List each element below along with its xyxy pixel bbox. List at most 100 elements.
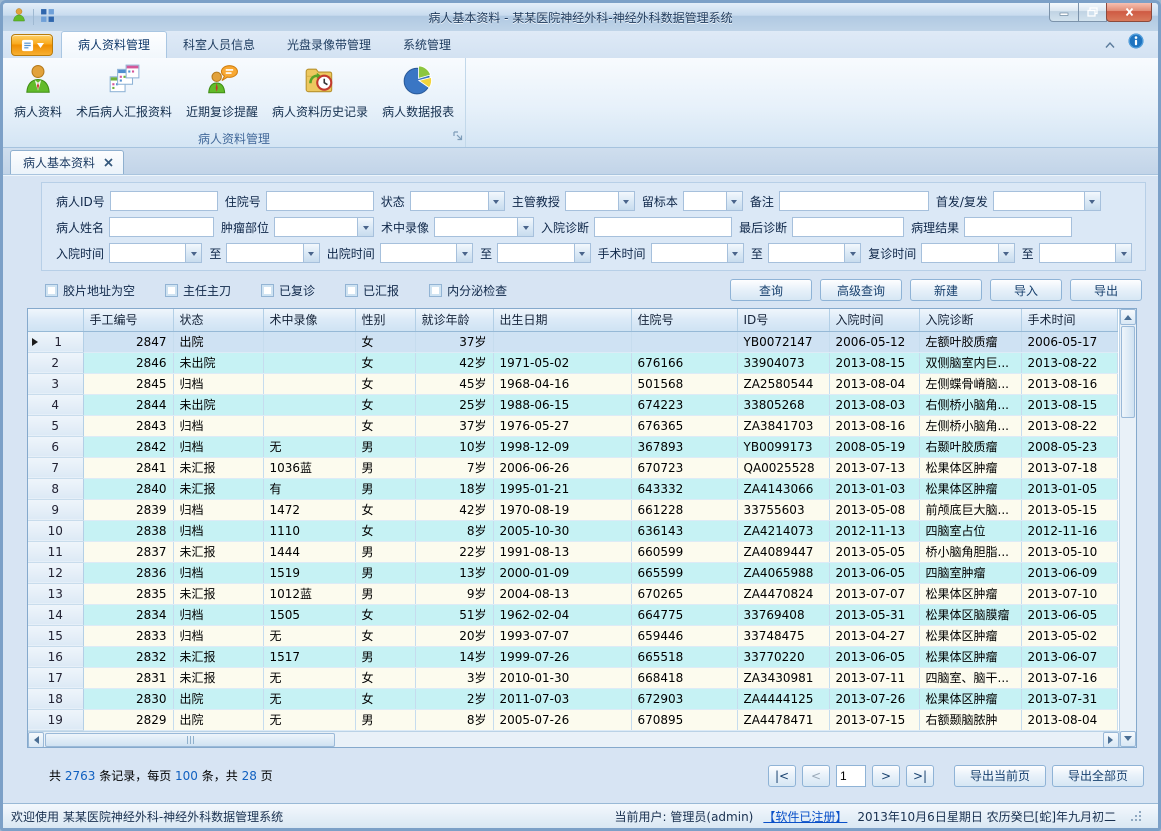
cell[interactable]: 2013-08-15 <box>1021 394 1117 415</box>
row-header[interactable]: 12 <box>28 562 83 583</box>
cell[interactable]: 归档 <box>173 415 263 436</box>
chevron-down-icon[interactable] <box>844 244 860 262</box>
cell[interactable]: 无 <box>263 625 355 646</box>
filter-combo[interactable] <box>497 243 590 263</box>
cell[interactable]: 1999-07-26 <box>493 646 631 667</box>
cell[interactable]: 归档 <box>173 373 263 394</box>
cell[interactable]: 37岁 <box>415 331 493 352</box>
import-button[interactable]: 导入 <box>990 279 1062 301</box>
cell[interactable]: 归档 <box>173 436 263 457</box>
cell[interactable]: 2013-06-05 <box>1021 604 1117 625</box>
cell[interactable]: 四脑室占位 <box>919 520 1021 541</box>
new-button[interactable]: 新建 <box>910 279 982 301</box>
cell[interactable]: 女 <box>355 625 415 646</box>
cell[interactable]: 女 <box>355 415 415 436</box>
cell[interactable]: 670723 <box>631 457 737 478</box>
cell[interactable]: 左侧蝶骨嵴脑... <box>919 373 1021 394</box>
checkbox-1[interactable]: 胶片地址为空 <box>45 282 135 299</box>
cell[interactable]: 2013-07-10 <box>1021 583 1117 604</box>
cell[interactable]: 51岁 <box>415 604 493 625</box>
close-button[interactable] <box>1106 3 1152 22</box>
filter-input[interactable] <box>594 217 732 237</box>
software-registered-link[interactable]: 【软件已注册】 <box>763 808 847 825</box>
cell[interactable]: 松果体区肿瘤 <box>919 583 1021 604</box>
filter-input[interactable] <box>266 191 374 211</box>
cell[interactable]: 2842 <box>83 436 173 457</box>
cell[interactable]: 33770220 <box>737 646 829 667</box>
cell[interactable]: 2013-05-10 <box>1021 541 1117 562</box>
cell[interactable]: 668418 <box>631 667 737 688</box>
chevron-down-icon[interactable] <box>1115 244 1131 262</box>
chevron-down-icon[interactable] <box>456 244 472 262</box>
cell[interactable]: 18岁 <box>415 478 493 499</box>
cell[interactable]: 2012-11-13 <box>829 520 919 541</box>
vertical-scroll-thumb[interactable] <box>1121 326 1135 418</box>
filter-combo[interactable] <box>380 243 473 263</box>
chevron-down-icon[interactable] <box>1084 192 1100 210</box>
cell[interactable]: 1962-02-04 <box>493 604 631 625</box>
row-header[interactable]: 15 <box>28 625 83 646</box>
cell[interactable]: 13岁 <box>415 562 493 583</box>
cell[interactable]: 2013-05-31 <box>829 604 919 625</box>
cell[interactable]: ZA4478471 <box>737 709 829 730</box>
chevron-down-icon[interactable] <box>998 244 1014 262</box>
table-row[interactable]: 82840未汇报有男18岁1995-01-21643332ZA414306620… <box>28 478 1117 499</box>
cell[interactable]: 1995-01-21 <box>493 478 631 499</box>
cell[interactable]: 2013-07-15 <box>829 709 919 730</box>
table-row[interactable]: 12847出院女37岁YB00721472006-05-12左额叶胶质瘤2006… <box>28 331 1117 352</box>
cell[interactable]: 归档 <box>173 562 263 583</box>
cell[interactable]: 2839 <box>83 499 173 520</box>
cell[interactable]: 676365 <box>631 415 737 436</box>
table-row[interactable]: 192829出院无男8岁2005-07-26670895ZA4478471201… <box>28 709 1117 730</box>
cell[interactable]: 2830 <box>83 688 173 709</box>
cell[interactable]: 出院 <box>173 688 263 709</box>
cell[interactable]: 33769408 <box>737 604 829 625</box>
cell[interactable]: 42岁 <box>415 499 493 520</box>
cell[interactable]: 1998-12-09 <box>493 436 631 457</box>
column-header[interactable]: 入院诊断 <box>919 309 1021 331</box>
chevron-down-icon[interactable] <box>574 244 590 262</box>
cell[interactable]: 归档 <box>173 604 263 625</box>
cell[interactable]: ZA3430981 <box>737 667 829 688</box>
filter-combo[interactable] <box>1039 243 1132 263</box>
cell[interactable]: 1519 <box>263 562 355 583</box>
cell[interactable]: 2013-04-27 <box>829 625 919 646</box>
cell[interactable]: ZA4089447 <box>737 541 829 562</box>
cell[interactable]: 2841 <box>83 457 173 478</box>
checkbox-box[interactable] <box>429 284 442 297</box>
checkbox-2[interactable]: 主任主刀 <box>165 282 231 299</box>
cell[interactable]: 2013-07-31 <box>1021 688 1117 709</box>
cell[interactable]: 2013-08-22 <box>1021 352 1117 373</box>
column-header[interactable]: ID号 <box>737 309 829 331</box>
cell[interactable]: 男 <box>355 478 415 499</box>
cell[interactable]: 1976-05-27 <box>493 415 631 436</box>
chevron-down-icon[interactable] <box>618 192 634 210</box>
cell[interactable]: 右侧桥小脑角... <box>919 394 1021 415</box>
row-header[interactable]: 7 <box>28 457 83 478</box>
first-page-button[interactable]: |< <box>768 765 796 787</box>
checkbox-3[interactable]: 已复诊 <box>261 282 315 299</box>
cell[interactable]: 2843 <box>83 415 173 436</box>
ribbon-button-revisit-reminder[interactable]: 近期复诊提醒 <box>179 60 265 122</box>
cell[interactable]: 桥小脑角胆脂... <box>919 541 1021 562</box>
ribbon-tab-4[interactable]: 系统管理 <box>387 32 467 58</box>
close-tab-icon[interactable] <box>104 156 113 170</box>
cell[interactable]: 670265 <box>631 583 737 604</box>
cell[interactable]: 女 <box>355 499 415 520</box>
row-header[interactable]: 10 <box>28 520 83 541</box>
cell[interactable]: 25岁 <box>415 394 493 415</box>
cell[interactable] <box>263 415 355 436</box>
cell[interactable]: 2013-08-04 <box>829 373 919 394</box>
cell[interactable]: 2013-07-18 <box>1021 457 1117 478</box>
checkbox-box[interactable] <box>45 284 58 297</box>
cell[interactable]: 2005-07-26 <box>493 709 631 730</box>
cell[interactable]: 无 <box>263 667 355 688</box>
ribbon-button-postop-report[interactable]: 术后病人汇报资料 <box>69 60 179 122</box>
cell[interactable]: 女 <box>355 331 415 352</box>
cell[interactable]: 无 <box>263 436 355 457</box>
cell[interactable]: 2832 <box>83 646 173 667</box>
dialog-launcher-icon[interactable] <box>453 126 463 145</box>
scroll-down-icon[interactable] <box>1120 731 1136 747</box>
cell[interactable]: 2006-05-12 <box>829 331 919 352</box>
column-header[interactable]: 手工编号 <box>83 309 173 331</box>
